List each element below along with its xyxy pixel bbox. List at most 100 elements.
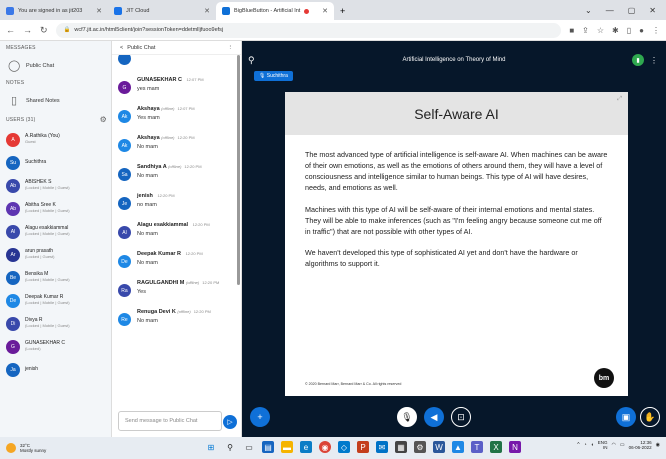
task-view-icon[interactable]: ▭	[243, 441, 255, 453]
connection-status-icon[interactable]: ▮	[632, 54, 644, 66]
new-tab-button[interactable]: +	[334, 2, 351, 20]
bookmark-star-icon[interactable]: ☆	[597, 26, 604, 35]
chat-text: No mam	[137, 231, 158, 237]
mute-mic-button[interactable]: 🎙	[397, 407, 417, 427]
user-list-item[interactable]: Be Bensika M (Locked | Mobile | Guest)	[0, 266, 111, 289]
chat-message-header: Renuga Devi K (offline) 12:20 PM	[137, 309, 211, 315]
notification-icon[interactable]: ◉	[656, 442, 660, 448]
back-icon[interactable]: ←	[6, 25, 15, 35]
search-icon[interactable]: ⚲	[224, 441, 236, 453]
mail-icon[interactable]: ✉	[376, 441, 388, 453]
chat-options-icon[interactable]: ⋮	[228, 45, 234, 51]
options-menu-icon[interactable]: ⋮	[650, 56, 658, 65]
chat-message-header: Akshaya (offline) 12:07 PM	[137, 106, 195, 112]
actions-button[interactable]: +	[250, 407, 270, 427]
extensions-icon[interactable]: ✱	[612, 26, 619, 35]
language-indicator[interactable]: ENG IN	[598, 440, 608, 451]
chat-input[interactable]: Send message to Public Chat	[118, 411, 222, 431]
user-list-item[interactable]: Ja jenish	[0, 358, 111, 381]
close-tab-icon[interactable]: ✕	[96, 7, 102, 15]
user-avatar: Ar	[6, 247, 20, 262]
user-avatar: Su	[6, 155, 20, 170]
browser-tab-1[interactable]: You are signed in as jit203 ✕	[0, 2, 108, 20]
chat-sender: Alagu esakkiammal	[137, 222, 189, 228]
shared-notes-item[interactable]: ▯ Shared Notes	[0, 90, 111, 111]
chat-message-header: GUNASEKHAR C 12:07 PM	[137, 77, 204, 83]
audio-button[interactable]: ◀	[424, 407, 444, 427]
os-taskbar: 32°C Mostly sunny ⊞ ⚲ ▭ ▤ ▬ e ◉ ◇ P ✉ ▦ …	[0, 437, 666, 459]
tab-search-icon[interactable]: ⌄	[585, 6, 592, 15]
address-bar: ← → ↻ 🔒 wcf7.jit.ac.in/html5client/join?…	[0, 20, 666, 41]
presentation-toggle-button[interactable]: ▣	[616, 407, 636, 427]
powerpoint-icon[interactable]: P	[357, 441, 369, 453]
webcam-button[interactable]: ⊡	[451, 407, 471, 427]
widgets-icon[interactable]: ▤	[262, 441, 274, 453]
excel-icon[interactable]: X	[490, 441, 502, 453]
vscode-icon[interactable]: ◇	[338, 441, 350, 453]
user-status: (Locked)	[25, 346, 41, 352]
slide-title: Self-Aware AI	[285, 92, 628, 135]
forward-icon[interactable]: →	[23, 25, 32, 35]
tray-chevron-icon[interactable]: ^	[577, 442, 579, 448]
browser-menu-icon[interactable]: ⋮	[652, 26, 660, 35]
user-list-item[interactable]: Su Suchithra	[0, 151, 111, 174]
chat-scrollbar[interactable]	[237, 55, 240, 285]
clock[interactable]: 12:36 06-06-2022	[629, 440, 652, 451]
brand-logo: bm	[594, 368, 614, 388]
settings-app-icon[interactable]: ⚙	[414, 441, 426, 453]
public-chat-item[interactable]: ◯ Public Chat	[0, 55, 111, 76]
close-tab-icon[interactable]: ✕	[204, 7, 210, 15]
browser-tab-bar: You are signed in as jit203 ✕ JIT Cloud …	[0, 0, 666, 20]
raise-hand-button[interactable]: ✋	[640, 407, 660, 427]
user-list-panel: MESSAGES ◯ Public Chat NOTES ▯ Shared No…	[0, 41, 112, 437]
chat-time: 12:20 PM	[177, 135, 195, 140]
camera-icon[interactable]: ■	[569, 26, 574, 35]
user-list-item[interactable]: Ab Abitha Sree K (Locked | Mobile | Guest)	[0, 197, 111, 220]
chat-text: Yes	[137, 289, 146, 295]
user-list-item[interactable]: Ab ABISHEK S (Locked | Mobile | Guest)	[0, 174, 111, 197]
battery-icon[interactable]: ▭	[620, 442, 625, 448]
onenote-icon[interactable]: N	[509, 441, 521, 453]
chat-avatar: Sa	[118, 168, 131, 181]
sidebar-icon[interactable]: ▯	[627, 26, 631, 35]
close-tab-icon[interactable]: ✕	[322, 7, 328, 15]
teams-icon[interactable]: T	[471, 441, 483, 453]
word-icon[interactable]: W	[433, 441, 445, 453]
browser-tab-3[interactable]: BigBlueButton - Artificial Int ✕	[216, 2, 334, 20]
weather-widget[interactable]: 32°C Mostly sunny	[6, 443, 46, 454]
minimize-icon[interactable]: —	[606, 6, 614, 15]
edge-icon[interactable]: e	[300, 441, 312, 453]
maximize-icon[interactable]: ▢	[628, 6, 636, 15]
browser-tab-2[interactable]: JIT Cloud ✕	[108, 2, 216, 20]
chat-time: 12:20 PM	[184, 164, 202, 169]
network-icon[interactable]: ◔	[584, 442, 587, 448]
share-icon[interactable]: ⇪	[582, 26, 589, 35]
user-list-item[interactable]: Di Divya R (Locked | Mobile | Guest)	[0, 312, 111, 335]
chat-message: Sa Sandhiya A (offline) 12:20 PM No mam	[112, 161, 235, 190]
settings-gear-icon[interactable]: ⚙	[100, 115, 107, 124]
minimize-presentation-icon[interactable]: ⤢	[617, 96, 622, 103]
url-field[interactable]: 🔒 wcf7.jit.ac.in/html5client/join?sessio…	[55, 22, 562, 38]
photos-icon[interactable]: ▲	[452, 441, 464, 453]
file-explorer-icon[interactable]: ▬	[281, 441, 293, 453]
user-list-item[interactable]: Ar arun prasath (Locked | Guest)	[0, 243, 111, 266]
user-list-item[interactable]: De Deepak Kumar R (Locked | Mobile | Guest…	[0, 289, 111, 312]
volume-icon[interactable]: ◖	[591, 442, 594, 448]
presenter-badge: 🎙 Suchithra	[254, 71, 293, 81]
user-list-item[interactable]: Al Alagu esakkiammal (Locked | Mobile | Gu…	[0, 220, 111, 243]
store-icon[interactable]: ▦	[395, 441, 407, 453]
reload-icon[interactable]: ↻	[40, 25, 48, 36]
chat-time: 12:20 PM	[202, 280, 220, 285]
wifi-icon[interactable]: ◠	[611, 442, 615, 448]
close-window-icon[interactable]: ✕	[649, 6, 656, 15]
user-list-item[interactable]: G GUNASEKHAR C (Locked)	[0, 335, 111, 358]
start-menu-icon[interactable]: ⊞	[205, 441, 217, 453]
user-list-item[interactable]: A A.Rathika (You) Guest	[0, 128, 111, 151]
tab-favicon-icon	[114, 7, 122, 15]
send-button[interactable]: ▷	[223, 415, 237, 429]
chat-text: No mam	[137, 318, 158, 324]
chat-back-icon[interactable]: <	[120, 45, 123, 51]
profile-icon[interactable]: ●	[639, 26, 644, 35]
chrome-icon[interactable]: ◉	[319, 441, 331, 453]
users-list: A A.Rathika (You) Guest Su Suchithra Ab ABISHE…	[0, 128, 111, 381]
